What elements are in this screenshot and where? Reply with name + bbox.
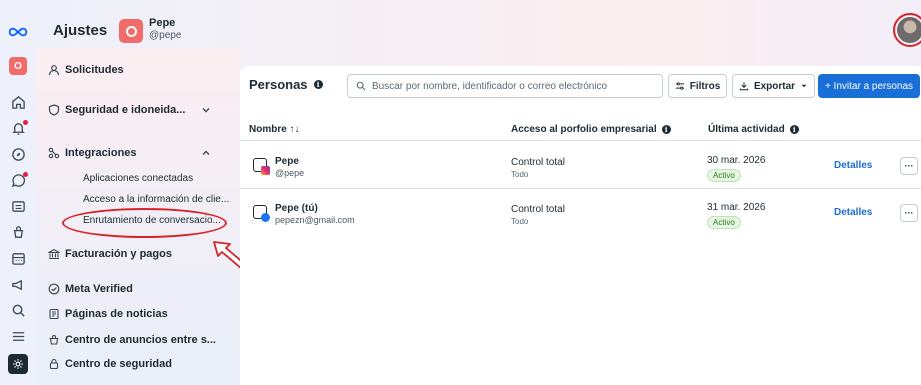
filter-sliders-icon [675,82,684,90]
shield-icon [48,104,60,116]
rail-account-avatar[interactable]: O [0,57,36,75]
chevron-up-icon[interactable] [201,148,211,161]
chevron-down-icon[interactable] [201,105,211,118]
invite-people-button[interactable]: + Invitar a personas [818,74,920,98]
home-icon[interactable] [0,93,36,111]
chat-icon[interactable] [0,171,36,189]
sidebar-subitem-connected-apps[interactable]: Aplicaciones conectadas [83,173,193,184]
notification-dot [23,120,28,125]
access-cell: Control total Todo [511,204,565,226]
sidebar-item-label: Facturación y pagos [65,248,172,260]
facebook-icon [261,213,270,222]
column-header-activity: Última actividad i [708,124,799,135]
sidebar-item-ads-center[interactable]: Centro de anuncios entre s... [49,334,216,346]
export-button[interactable]: Exportar [732,74,815,98]
more-options-button[interactable]: ··· [900,204,918,222]
divider [240,140,921,141]
column-header-access: Acceso al porfolio empresarial i [511,124,671,135]
details-link[interactable]: Detalles [834,207,872,218]
divider [240,188,921,189]
annotation-circle [893,13,921,47]
list-icon[interactable] [0,327,36,345]
table-row: Pepe (tú) pepezn@gmail.com Control total… [240,202,921,251]
account-name: Pepe [149,17,176,29]
filters-button[interactable]: Filtros [668,74,727,98]
person-handle: @pepe [275,168,305,178]
download-icon [739,82,749,91]
account-handle: @pepe [149,30,182,41]
sidebar-item-requests[interactable]: Solicitudes [48,64,124,76]
bell-icon[interactable] [0,119,36,137]
sidebar-item-label: Centro de anuncios entre s... [65,334,216,346]
person-email: pepezn@gmail.com [275,215,355,225]
notification-dot [23,172,28,177]
meta-infinity-logo-icon[interactable] [0,23,36,41]
sidebar-item-integrations[interactable]: Integraciones [48,147,137,159]
info-icon[interactable]: i [661,125,671,134]
person-name: Pepe [275,156,299,167]
more-options-button[interactable]: ··· [900,157,918,175]
compass-icon[interactable] [0,145,36,163]
annotation-ellipse [62,208,227,238]
people-title: Personas i [249,77,323,92]
column-header-name[interactable]: Nombre ↑↓ [249,124,300,135]
ads-icon[interactable] [0,223,36,241]
info-icon[interactable]: i [313,80,323,89]
sidebar-item-label: Centro de seguridad [65,358,172,370]
access-cell: Control total Todo [511,157,565,179]
page-title: Ajustes [53,22,108,39]
nav-rail: O [0,0,36,385]
sidebar-item-security-center[interactable]: Centro de seguridad [49,358,172,370]
news-icon [48,308,60,320]
sidebar-item-billing[interactable]: Facturación y pagos [48,248,172,260]
bank-icon [48,248,60,260]
verified-check-icon [48,283,60,295]
sidebar-item-security[interactable]: Seguridad e idoneida... [48,104,186,116]
pages-icon[interactable] [0,197,36,215]
people-search[interactable] [347,74,663,98]
sidebar-item-label: Integraciones [65,147,137,159]
status-badge: Activo [707,216,741,229]
activity-cell: 30 mar. 2026 Activo [707,155,766,182]
table-row: Pepe @pepe Control total Todo 30 mar. 20… [240,155,921,204]
lock-icon [48,358,60,370]
caret-down-icon [801,84,807,88]
sidebar-item-news-pages[interactable]: Páginas de noticias [49,308,168,320]
megaphone-icon[interactable] [0,275,36,293]
sidebar-item-label: Páginas de noticias [65,308,168,320]
search-input[interactable] [372,80,662,92]
details-link[interactable]: Detalles [834,160,872,171]
calendar-icon[interactable] [0,249,36,267]
integrations-icon [48,147,60,159]
account-circle-icon [125,25,137,37]
sidebar-item-label: Seguridad e idoneida... [65,104,186,116]
settings-icon[interactable] [0,354,36,374]
sidebar-subitem-customer-info-access[interactable]: Acceso a la información de clie... [83,194,229,205]
sidebar-item-meta-verified[interactable]: Meta Verified [48,283,133,295]
person-name: Pepe (tú) [275,203,318,214]
activity-cell: 31 mar. 2026 Activo [707,202,766,229]
search-icon [356,81,366,91]
info-icon[interactable]: i [789,125,799,134]
instagram-icon [261,166,270,175]
status-badge: Activo [707,169,741,182]
people-icon [48,64,60,76]
search-icon[interactable] [0,301,36,319]
account-avatar[interactable] [119,19,143,43]
ads-center-icon [48,334,60,346]
sidebar-item-label: Meta Verified [65,283,133,295]
sidebar-item-label: Solicitudes [65,64,124,76]
